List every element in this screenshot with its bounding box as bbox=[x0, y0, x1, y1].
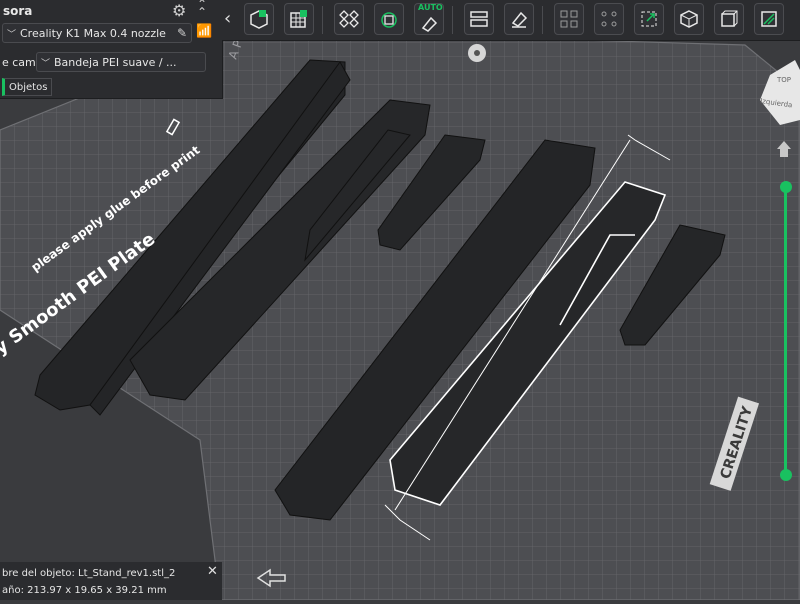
tab-objects-label: Objetos bbox=[9, 81, 48, 93]
bed-type-select[interactable]: ﹀ Bandeja PEI suave / ... bbox=[36, 52, 206, 72]
bed-type-select-value: Bandeja PEI suave / ... bbox=[54, 55, 177, 69]
orient-icon bbox=[381, 12, 397, 28]
chevron-down-icon: ﹀ bbox=[41, 58, 51, 69]
scale-icon bbox=[641, 11, 657, 27]
edit-pencil-icon[interactable]: ✎ bbox=[177, 26, 187, 40]
collapse-panel-chevron[interactable]: ‹ bbox=[224, 8, 231, 29]
arrange-button[interactable] bbox=[334, 3, 364, 35]
multi-plate-button[interactable] bbox=[554, 3, 584, 35]
object-name-label: bre del objeto: Lt_Stand_rev1.stl_2 bbox=[2, 568, 176, 579]
add-object-button[interactable] bbox=[244, 3, 274, 35]
wifi-icon[interactable]: 📶 bbox=[196, 24, 212, 39]
cut-button[interactable] bbox=[674, 3, 704, 35]
align-button[interactable] bbox=[594, 3, 624, 35]
auto-label: AUTO bbox=[418, 3, 443, 12]
paint-icon bbox=[511, 11, 528, 28]
cube-outline-icon bbox=[721, 10, 738, 27]
bed-settings-gear-icon[interactable] bbox=[468, 44, 486, 62]
layer-slider-track[interactable] bbox=[784, 188, 787, 476]
toolbar-separator bbox=[322, 6, 323, 34]
diagonal-square-icon bbox=[761, 11, 777, 27]
printer-select-value: Creality K1 Max 0.4 nozzle bbox=[20, 26, 166, 40]
layer-slider-bottom-handle[interactable] bbox=[780, 469, 792, 481]
main-toolbar: ‹ AUTO bbox=[222, 0, 800, 41]
layout-icon bbox=[470, 11, 488, 27]
cube-add-icon bbox=[250, 10, 268, 29]
seam-paint-button[interactable] bbox=[754, 3, 784, 35]
printer-panel: sora ⚙ ⌃ ⌃ ﹀ Creality K1 Max 0.4 nozzle ✎… bbox=[0, 0, 223, 99]
object-size-label: año: 213.97 x 19.65 x 39.21 mm bbox=[2, 585, 167, 596]
plate-grid-icon bbox=[290, 10, 307, 28]
boolean-button[interactable] bbox=[714, 3, 744, 35]
dots-grid-icon bbox=[601, 11, 617, 27]
orient-button[interactable] bbox=[374, 3, 404, 35]
collapse-chevrons-icon[interactable]: ⌃ ⌃ bbox=[197, 0, 207, 18]
object-info-panel: bre del objeto: Lt_Stand_rev1.stl_2 ✕ añ… bbox=[0, 562, 222, 600]
support-paint-button[interactable] bbox=[504, 3, 534, 35]
svg-text:TOP: TOP bbox=[776, 76, 791, 84]
toolbar-separator bbox=[542, 6, 543, 34]
scale-button[interactable] bbox=[634, 3, 664, 35]
panel-header-label: sora bbox=[3, 4, 33, 18]
printer-select[interactable]: ﹀ Creality K1 Max 0.4 nozzle ✎ bbox=[2, 23, 192, 43]
four-squares-icon bbox=[560, 10, 578, 28]
tab-objects[interactable]: Objetos bbox=[2, 78, 53, 96]
arrange-icon bbox=[339, 10, 359, 28]
settings-gear-icon[interactable]: ⚙ bbox=[172, 1, 186, 20]
auto-orient-button[interactable]: AUTO bbox=[414, 3, 444, 35]
chevron-down-icon: ﹀ bbox=[7, 29, 17, 40]
add-plate-button[interactable] bbox=[284, 3, 314, 35]
eraser-icon bbox=[421, 16, 438, 32]
cube-icon bbox=[680, 10, 698, 28]
layer-slider-top-handle[interactable] bbox=[780, 181, 792, 193]
toolbar-separator bbox=[452, 6, 453, 34]
split-plate-button[interactable] bbox=[464, 3, 494, 35]
close-icon[interactable]: ✕ bbox=[207, 564, 218, 579]
